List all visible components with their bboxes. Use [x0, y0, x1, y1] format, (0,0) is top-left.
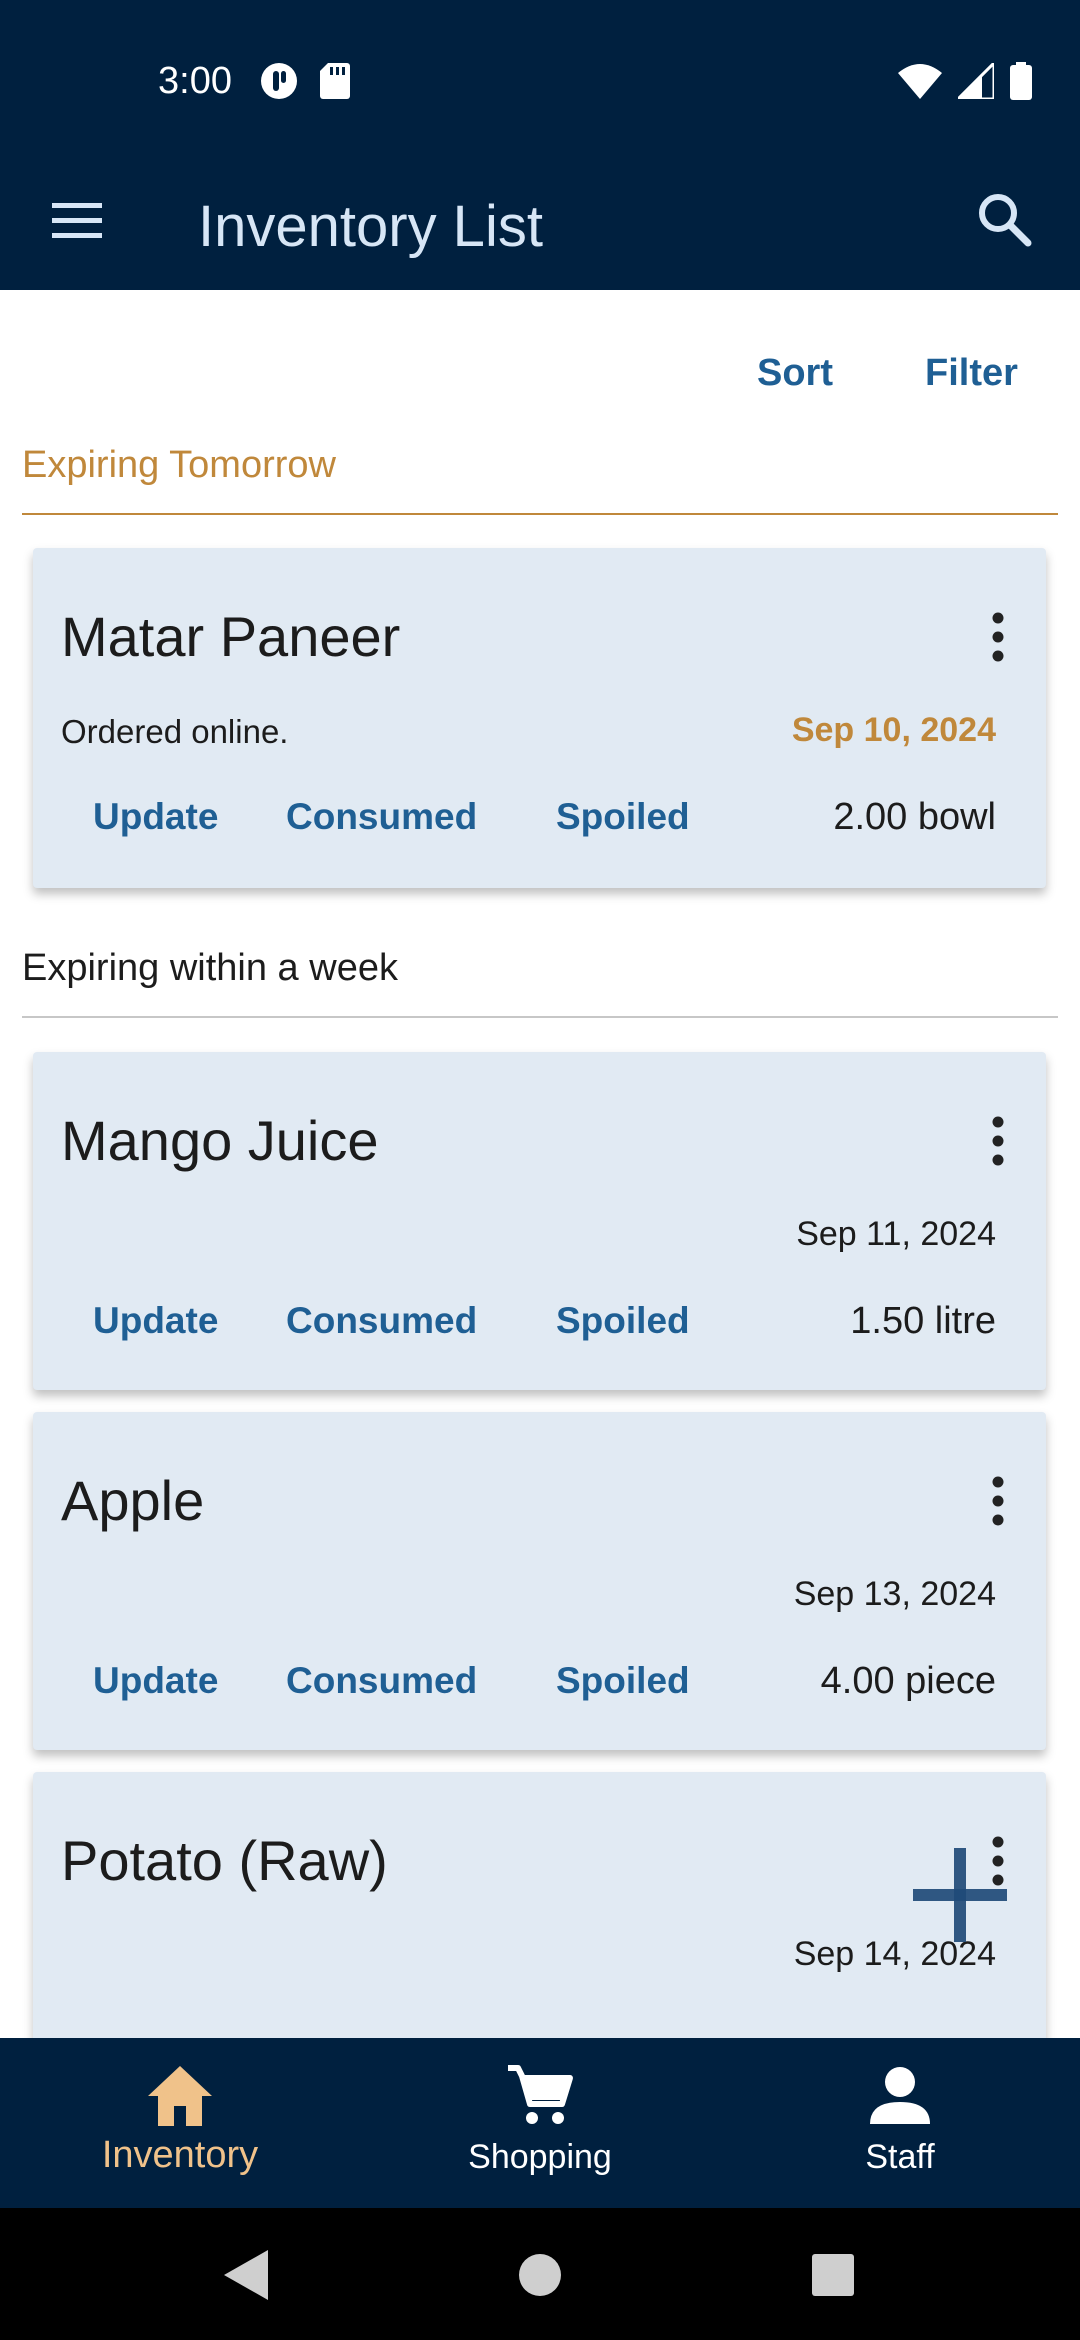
nav-label: Shopping [468, 2138, 612, 2176]
more-options-icon[interactable] [990, 1116, 1006, 1166]
sort-button[interactable]: Sort [757, 352, 833, 395]
app-bar: Inventory List [0, 165, 1080, 290]
notification-app-icon [261, 63, 297, 99]
status-time: 3:00 [158, 60, 232, 102]
inventory-card[interactable]: Apple Sep 13, 2024 Update Consumed Spoil… [33, 1412, 1046, 1750]
battery-icon [1010, 62, 1032, 100]
status-bar: 3:00 [0, 0, 1080, 165]
signal-icon [958, 63, 994, 99]
expiry-date: Sep 10, 2024 [791, 711, 996, 749]
inventory-card[interactable]: Matar Paneer Ordered online. Sep 10, 202… [33, 548, 1046, 888]
plus-icon [913, 1848, 1007, 1942]
spoiled-button[interactable]: Spoiled [556, 796, 756, 838]
item-name: Mango Juice [61, 1109, 379, 1172]
nav-item-staff[interactable]: Staff [720, 2038, 1080, 2208]
item-name: Apple [61, 1469, 205, 1532]
status-icons-right [898, 62, 1032, 100]
item-name: Matar Paneer [61, 605, 401, 668]
system-navigation-bar [0, 2208, 1080, 2340]
filter-button[interactable]: Filter [925, 352, 1018, 395]
section-divider [22, 513, 1058, 515]
card-actions: Update Consumed Spoiled [93, 1300, 756, 1342]
update-button[interactable]: Update [93, 796, 281, 838]
page-title: Inventory List [198, 194, 543, 259]
menu-icon[interactable] [50, 193, 106, 249]
spoiled-button[interactable]: Spoiled [556, 1660, 756, 1702]
nav-label: Inventory [101, 2134, 259, 2176]
item-quantity: 2.00 bowl [833, 796, 996, 838]
more-options-icon[interactable] [990, 1476, 1006, 1526]
consumed-button[interactable]: Consumed [286, 1660, 541, 1702]
cart-icon [508, 2065, 573, 2124]
back-icon[interactable] [220, 2248, 270, 2302]
item-name: Potato (Raw) [61, 1829, 388, 1892]
card-actions: Update Consumed Spoiled [93, 1660, 756, 1702]
nav-item-inventory[interactable]: Inventory [0, 2038, 360, 2208]
home-circle-icon[interactable] [518, 2253, 562, 2297]
section-divider [22, 1016, 1058, 1018]
update-button[interactable]: Update [93, 1300, 281, 1342]
recent-apps-icon[interactable] [811, 2253, 855, 2297]
top-app-bar: 3:00 Inventory List [0, 0, 1080, 290]
expiry-date: Sep 11, 2024 [796, 1215, 996, 1253]
status-icons-left [260, 62, 350, 100]
wifi-icon [898, 64, 942, 99]
search-icon[interactable] [970, 185, 1040, 255]
person-icon [870, 2067, 930, 2124]
more-options-icon[interactable] [990, 612, 1006, 662]
item-note: Ordered online. [61, 713, 289, 750]
item-quantity: 4.00 piece [820, 1660, 996, 1702]
consumed-button[interactable]: Consumed [286, 1300, 541, 1342]
bottom-navigation: Inventory Shopping Staff [0, 2038, 1080, 2208]
expiry-date: Sep 13, 2024 [793, 1575, 996, 1613]
add-item-button[interactable] [905, 1840, 1015, 1950]
item-quantity: 1.50 litre [850, 1300, 996, 1342]
home-icon [148, 2066, 212, 2126]
consumed-button[interactable]: Consumed [286, 796, 541, 838]
spoiled-button[interactable]: Spoiled [556, 1300, 756, 1342]
inventory-card[interactable]: Mango Juice Sep 11, 2024 Update Consumed… [33, 1052, 1046, 1390]
sd-card-icon [320, 63, 350, 99]
inventory-card[interactable]: Potato (Raw) Sep 14, 2024 [33, 1772, 1046, 2038]
card-actions: Update Consumed Spoiled [93, 796, 756, 838]
nav-item-shopping[interactable]: Shopping [360, 2038, 720, 2208]
update-button[interactable]: Update [93, 1660, 281, 1702]
section-header-expiring-week: Expiring within a week [22, 947, 398, 989]
nav-label: Staff [865, 2138, 935, 2176]
section-header-expiring-tomorrow: Expiring Tomorrow [22, 444, 336, 486]
inventory-list[interactable]: Sort Filter Expiring Tomorrow Matar Pane… [0, 290, 1080, 2038]
